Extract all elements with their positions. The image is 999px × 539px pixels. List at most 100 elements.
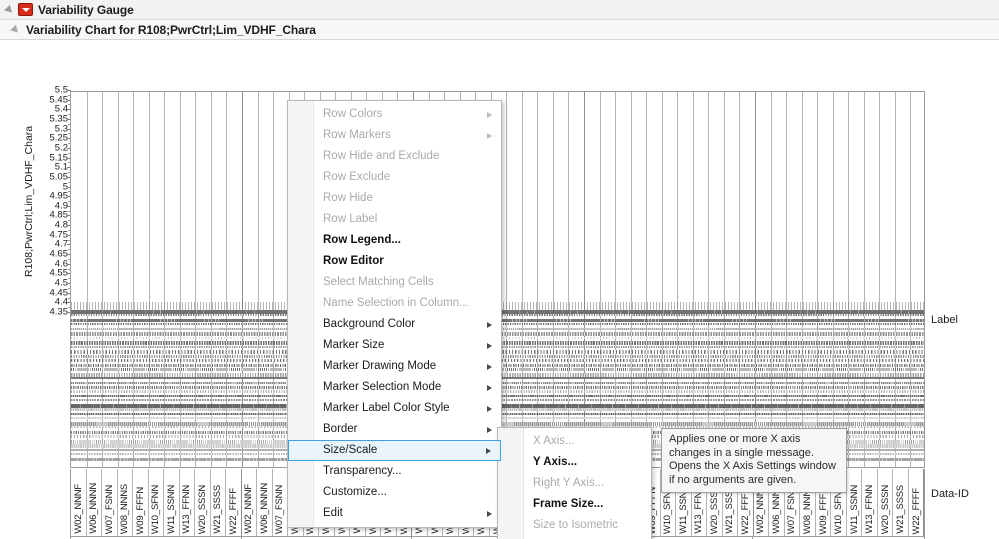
submenu-item[interactable]: Frame Size...	[498, 494, 651, 515]
context-menu[interactable]: Row Colors Row Markers Row Hide and Exclud…	[287, 100, 502, 528]
context-menu-item-label: Size/Scale	[323, 444, 378, 456]
variability-gauge-window: Variability Gauge Variability Chart for …	[0, 0, 999, 539]
context-menu-item[interactable]: Row Editor	[288, 251, 501, 272]
x-axis-category-label: W02_NNNF	[243, 484, 255, 534]
x-axis-category-cell[interactable]: W07_FSNN	[102, 469, 118, 536]
y-axis-tick-label: 5.05	[49, 171, 69, 183]
context-menu-item: Row Hide and Exclude	[288, 146, 501, 167]
submenu-item-label: X Axis...	[533, 435, 575, 447]
y-axis-tick-labels: 5.5 5.45 5.4 5.35 5.3 5.25 5.2 5.15 5.1 5.05 5 4.95…	[36, 85, 71, 317]
x-axis-category-cell[interactable]: W07_FSNN	[273, 469, 289, 536]
x-axis-category-cell[interactable]: W06_NNNN	[87, 469, 103, 536]
x-axis-category-cell[interactable]: W11_SSNN	[164, 469, 180, 536]
chevron-right-icon	[487, 321, 492, 328]
context-menu-item[interactable]: Size/Scale	[288, 440, 501, 461]
disclosure-triangle-icon-2[interactable]	[10, 24, 22, 36]
x-axis-category-cell[interactable]: W13_FFNN	[180, 469, 196, 536]
chevron-right-icon	[487, 426, 492, 433]
x-axis-category-cell[interactable]: W21_SSSS	[893, 469, 909, 536]
y-axis-tick-label: 4.45	[49, 287, 69, 299]
y-axis-tick-label: 4.65	[49, 248, 69, 260]
outline-title-level2: Variability Chart for R108;PwrCtrl;Lim_V…	[26, 22, 316, 37]
x-axis-category-cell[interactable]: W06_NNNN	[257, 469, 273, 536]
chevron-right-icon	[487, 363, 492, 370]
y-axis-tick-label: 5.25	[49, 132, 69, 144]
y-axis-title: R108;PwrCtrl;Lim_VDHF_Chara	[23, 125, 35, 277]
x-axis-category-cell[interactable]: W02_NNNF	[71, 469, 87, 536]
x-axis-category-label: W20_SSSN	[879, 484, 891, 534]
context-menu-item-label: Row Legend...	[323, 234, 401, 246]
context-menu-item-label: Edit	[323, 507, 343, 519]
submenu-item: Size to Isometric	[498, 515, 651, 536]
context-menu-item-label: Row Hide	[323, 192, 373, 204]
context-menu-item: Row Colors	[288, 104, 501, 125]
context-menu-item[interactable]: Marker Size	[288, 335, 501, 356]
x-axis-category-cell[interactable]: W02_NNNF	[242, 469, 258, 536]
context-menu-item-label: Marker Selection Mode	[323, 381, 442, 393]
context-menu-item[interactable]: Marker Selection Mode	[288, 377, 501, 398]
y-axis-tick-label: 4.75	[49, 229, 69, 241]
size-scale-submenu[interactable]: X Axis... Y Axis... Right Y Axis... Frame S…	[497, 427, 652, 539]
context-menu-item-label: Marker Size	[323, 339, 385, 351]
x-axis-category-cell[interactable]: W11_SSNN	[847, 469, 863, 536]
x-axis-category-cell[interactable]: W21_SSSS	[211, 469, 227, 536]
x-axis-category-cell[interactable]: W09_FFFN	[133, 469, 149, 536]
context-menu-item: Row Exclude	[288, 167, 501, 188]
x-axis-category-label: W06_NNNN	[88, 483, 100, 534]
x-axis-category-cell[interactable]: W22_FFFF	[909, 469, 925, 536]
submenu-item: X Axis...	[498, 431, 651, 452]
x-axis-category-label: W22_FFFF	[227, 487, 239, 534]
context-menu-item[interactable]: Row Legend...	[288, 230, 501, 251]
context-menu-item: Name Selection in Column...	[288, 293, 501, 314]
y-axis-tick-label: 5.15	[49, 152, 69, 164]
outline-bar-variability-chart[interactable]: Variability Chart for R108;PwrCtrl;Lim_V…	[0, 20, 999, 40]
tooltip-x-axis-help: Applies one or more X axis changes in a …	[661, 428, 847, 493]
chevron-right-icon	[487, 405, 492, 412]
context-menu-item[interactable]: Marker Drawing Mode	[288, 356, 501, 377]
legend-axis-name: Label	[931, 314, 958, 326]
x-axis-category-label: W09_FFFN	[817, 486, 829, 535]
context-menu-item-label: Border	[323, 423, 358, 435]
context-menu-item[interactable]: Marker Label Color Style	[288, 398, 501, 419]
x-axis-category-cell[interactable]: W10_SFNN	[149, 469, 165, 536]
x-axis-name: Data-ID	[931, 488, 969, 500]
context-menu-item: Select Matching Cells	[288, 272, 501, 293]
x-axis-category-label: W06_NNNN	[258, 483, 270, 534]
x-axis-category-label: W21_SSSS	[895, 485, 907, 534]
context-menu-item[interactable]: Edit	[288, 503, 501, 524]
context-menu-item[interactable]: Background Color	[288, 314, 501, 335]
context-menu-item-label: Row Label	[323, 213, 378, 225]
submenu-item-label: Frame Size...	[533, 498, 604, 510]
x-axis-category-label: W11_SSNN	[165, 485, 177, 534]
submenu-item-label: Size to Isometric	[533, 519, 618, 531]
context-menu-item-label: Background Color	[323, 318, 416, 330]
x-axis-category-cell[interactable]: W22_FFFF	[226, 469, 242, 536]
red-triangle-menu-icon[interactable]	[18, 3, 33, 16]
context-menu-item: Row Markers	[288, 125, 501, 146]
context-menu-item[interactable]: Customize...	[288, 482, 501, 503]
x-axis-category-label: W07_FSNN	[103, 484, 115, 534]
chevron-right-icon	[486, 447, 491, 454]
context-menu-item: Row Label	[288, 209, 501, 230]
context-menu-item: Row Hide	[288, 188, 501, 209]
x-axis-category-label: W22_FFFF	[910, 487, 922, 534]
x-axis-category-cell[interactable]: W08_NNNS	[118, 469, 134, 536]
context-menu-item-label: Name Selection in Column...	[323, 297, 469, 309]
outline-bar-variability-gauge[interactable]: Variability Gauge	[0, 0, 999, 20]
context-menu-item-label: Row Markers	[323, 129, 391, 141]
context-menu-item-label: Row Exclude	[323, 171, 391, 183]
x-axis-category-label: W20_SSSN	[196, 484, 208, 534]
context-menu-item[interactable]: Border	[288, 419, 501, 440]
chevron-right-icon	[487, 342, 492, 349]
x-axis-category-cell[interactable]: W20_SSSN	[195, 469, 211, 536]
context-menu-item-label: Select Matching Cells	[323, 276, 434, 288]
chevron-right-icon	[487, 132, 492, 139]
x-axis-category-cell[interactable]: W20_SSSN	[878, 469, 894, 536]
context-menu-item-label: Marker Drawing Mode	[323, 360, 437, 372]
disclosure-triangle-icon[interactable]	[4, 4, 16, 16]
context-menu-item[interactable]: Transparency...	[288, 461, 501, 482]
chevron-right-icon	[487, 111, 492, 118]
y-axis-tick-label: 5.45	[49, 94, 69, 106]
submenu-item[interactable]: Y Axis...	[498, 452, 651, 473]
x-axis-category-cell[interactable]: W13_FFNN	[862, 469, 878, 536]
